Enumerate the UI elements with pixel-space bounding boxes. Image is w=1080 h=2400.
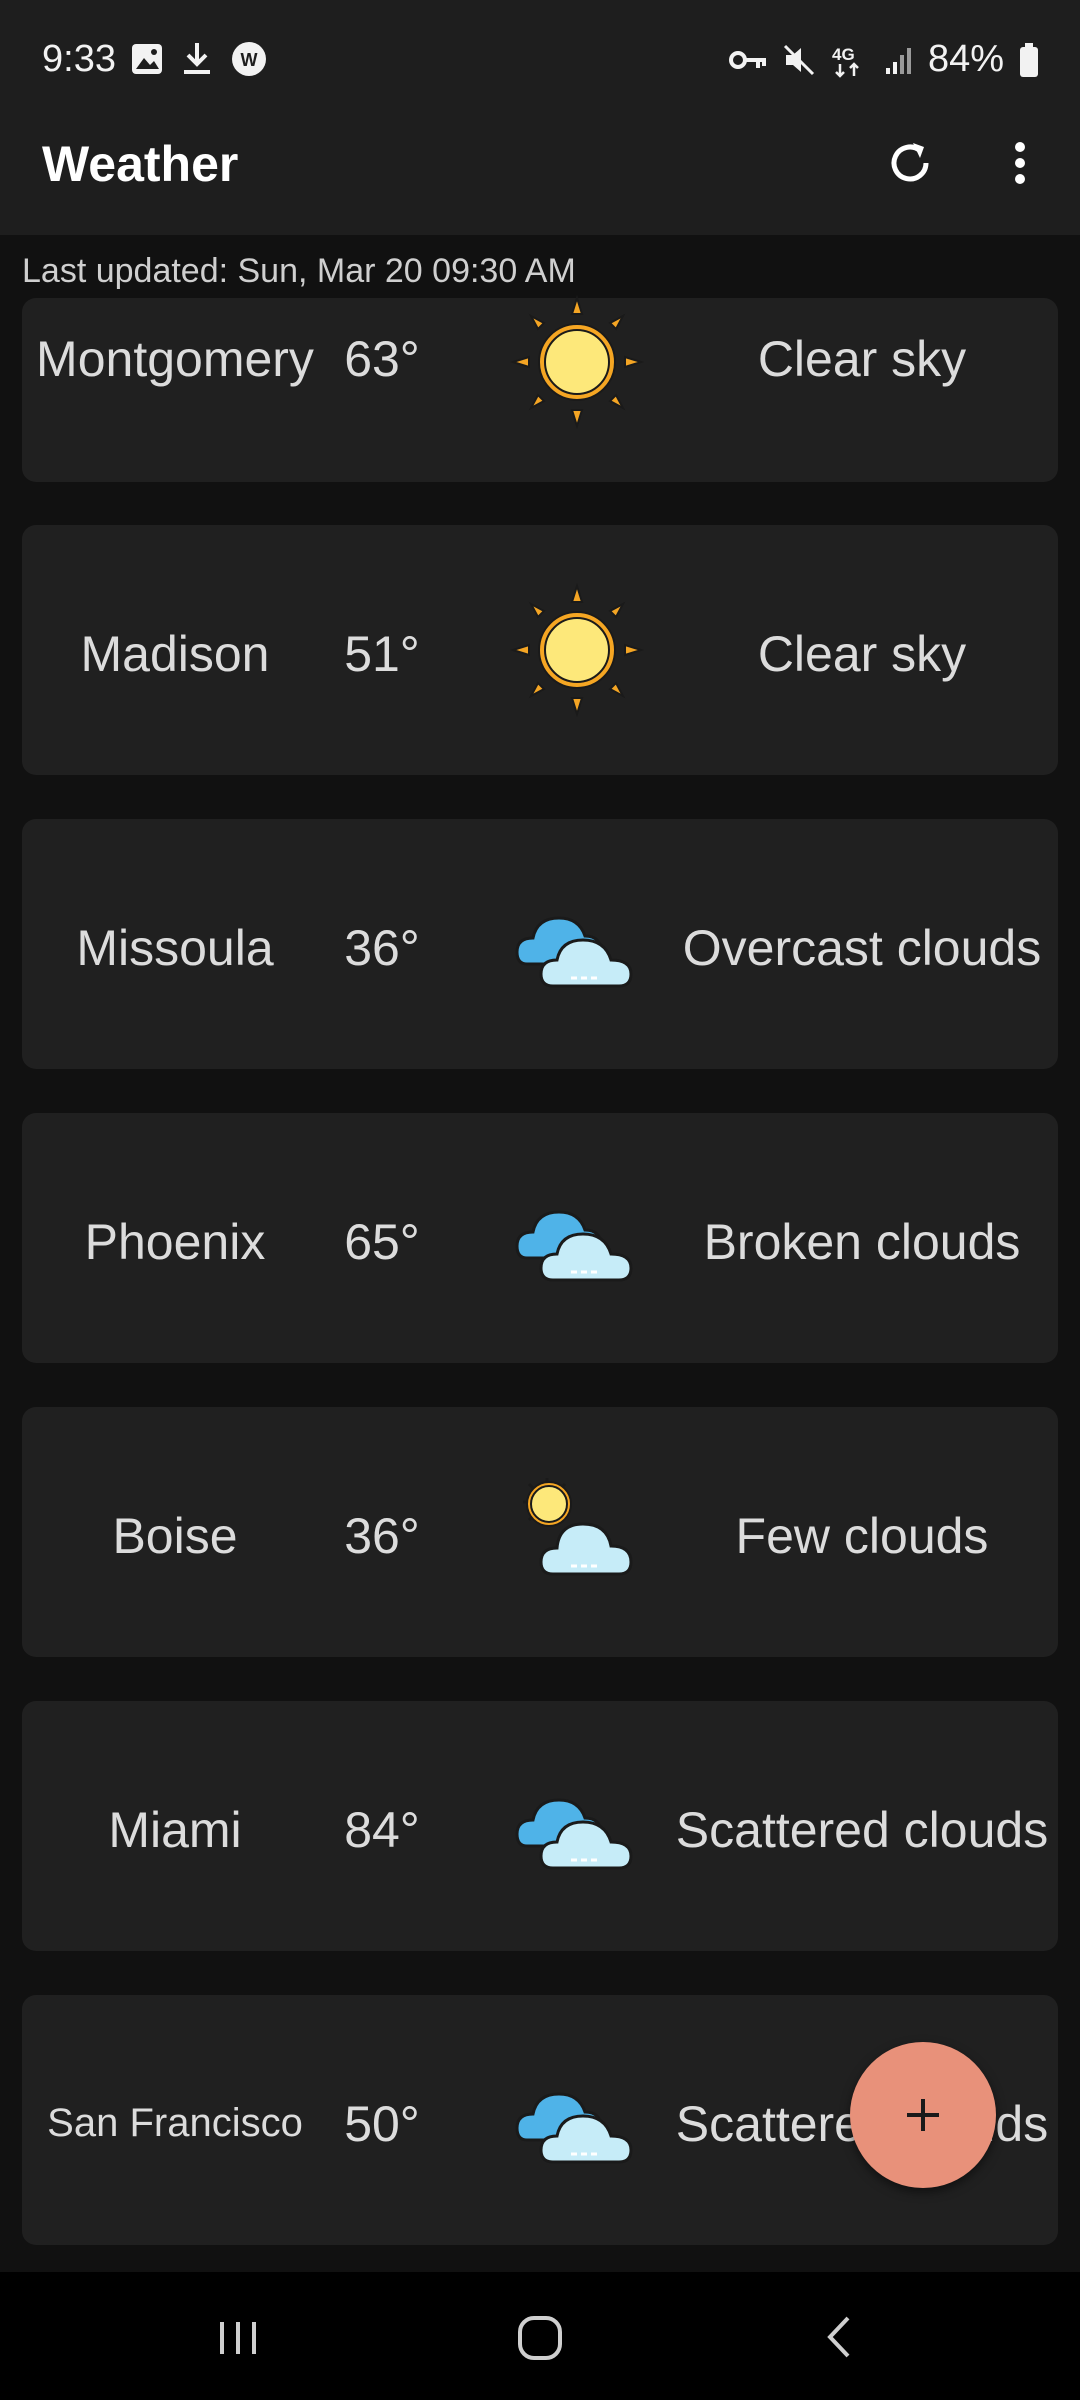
battery-icon [1020,42,1038,77]
weather-description: Broken clouds [703,1214,1021,1270]
city-name: Montgomery [36,331,314,387]
scattered-clouds-icon [515,1798,633,1870]
weather-description: Overcast clouds [682,920,1042,976]
app-title: Weather [42,136,239,192]
clear-sky-icon [509,294,645,430]
back-icon[interactable] [802,2302,882,2372]
mute-icon [783,44,814,75]
system-nav-bar [0,2272,1080,2400]
svg-text:W: W [241,50,258,70]
city-card-miami[interactable]: Miami 84° Scattered clouds [22,1701,1058,1951]
last-updated-text: Last updated: Sun, Mar 20 09:30 AM [22,252,576,290]
weather-description: Scattered clouds [675,1802,1049,1858]
status-bar: 9:33 W 4G 84% [0,0,1080,125]
svg-text:4G: 4G [832,45,855,64]
city-name: Missoula [76,920,274,976]
city-card-madison[interactable]: Madison 51° Clear sky [22,525,1058,775]
city-temperature: 65° [344,1214,420,1270]
city-name: Miami [108,1802,242,1858]
city-temperature: 63° [344,331,420,387]
gallery-icon [132,44,162,74]
battery-percent: 84% [927,38,1004,80]
home-icon[interactable] [500,2302,580,2372]
notification-icons: W [130,40,268,78]
recent-apps-icon[interactable] [198,2302,278,2372]
clear-sky-icon [509,582,645,718]
city-temperature: 51° [344,626,420,682]
city-card-phoenix[interactable]: Phoenix 65° Broken clouds [22,1113,1058,1363]
vpn-key-icon [728,50,766,69]
download-icon [184,43,210,74]
city-name: Madison [80,626,270,682]
city-name: Phoenix [84,1214,266,1270]
broken-clouds-icon [515,1210,633,1282]
weather-description: Few clouds [735,1508,989,1564]
city-name: Boise [112,1508,238,1564]
add-city-button[interactable] [850,2042,996,2188]
app-badge-icon: W [232,42,266,76]
city-temperature: 84° [344,1802,420,1858]
city-card-montgomery[interactable]: Montgomery 63° Clear sky [22,294,1058,482]
network-4g-icon: 4G [832,45,859,78]
weather-description: Clear sky [757,331,967,387]
city-name: San Francisco [47,2101,303,2145]
system-icons: 4G 84% [728,38,1040,81]
city-temperature: 36° [344,920,420,976]
plus-icon [907,2099,939,2131]
refresh-icon[interactable] [880,133,940,193]
status-time: 9:33 [42,38,116,80]
scattered-clouds-icon [515,2092,633,2164]
more-options-icon[interactable] [1000,133,1040,193]
weather-description: Clear sky [757,626,967,682]
city-card-missoula[interactable]: Missoula 36° Overcast clouds [22,819,1058,1069]
app-bar: Weather [0,125,1080,235]
city-temperature: 50° [344,2096,420,2152]
city-temperature: 36° [344,1508,420,1564]
signal-icon [885,47,911,74]
overcast-clouds-icon [515,916,633,988]
city-card-boise[interactable]: Boise 36° Few clouds [22,1407,1058,1657]
few-clouds-icon [523,1478,633,1576]
